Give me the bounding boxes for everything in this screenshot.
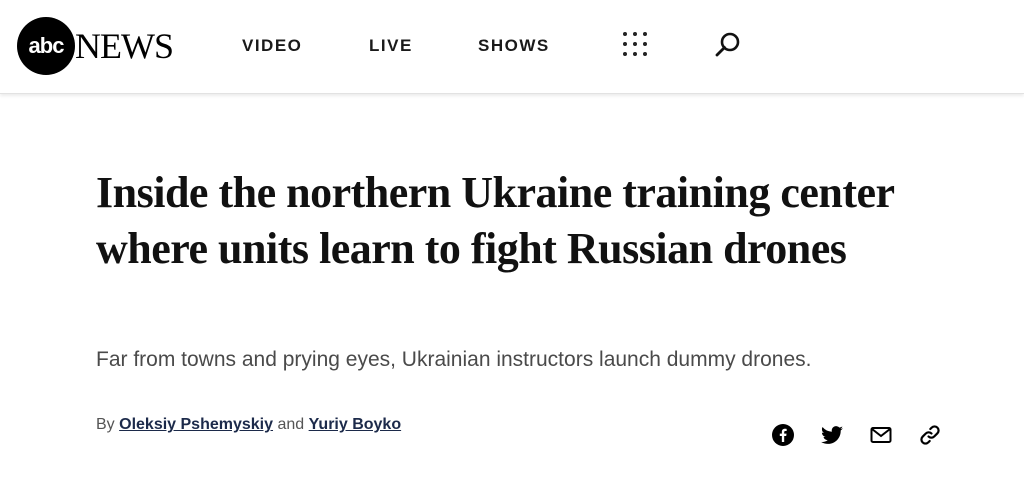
site-header: abc NEWS VIDEO LIVE SHOWS (0, 0, 1024, 94)
abc-logo-mark: abc (17, 17, 75, 75)
author-link-2[interactable]: Yuriy Boyko (309, 416, 401, 433)
twitter-icon[interactable] (820, 423, 844, 447)
link-icon[interactable] (918, 423, 942, 447)
facebook-icon[interactable] (771, 423, 795, 447)
byline-conjunction: and (277, 416, 305, 433)
article-headline: Inside the northern Ukraine training cen… (96, 168, 894, 273)
nav-video[interactable]: VIDEO (242, 36, 302, 56)
nav-shows[interactable]: SHOWS (478, 36, 550, 56)
abc-news-logo[interactable]: abc NEWS (17, 17, 174, 75)
byline: By Oleksiy Pshemyskiy and Yuriy Boyko (96, 416, 401, 434)
author-link-1[interactable]: Oleksiy Pshemyskiy (119, 416, 273, 433)
search-icon[interactable] (714, 31, 742, 59)
nav-live[interactable]: LIVE (369, 36, 413, 56)
email-icon[interactable] (869, 423, 893, 447)
article-subheadline: Far from towns and prying eyes, Ukrainia… (96, 348, 812, 371)
grid-menu-icon[interactable] (622, 31, 648, 57)
byline-prefix: By (96, 416, 115, 433)
news-wordmark: NEWS (75, 26, 174, 66)
